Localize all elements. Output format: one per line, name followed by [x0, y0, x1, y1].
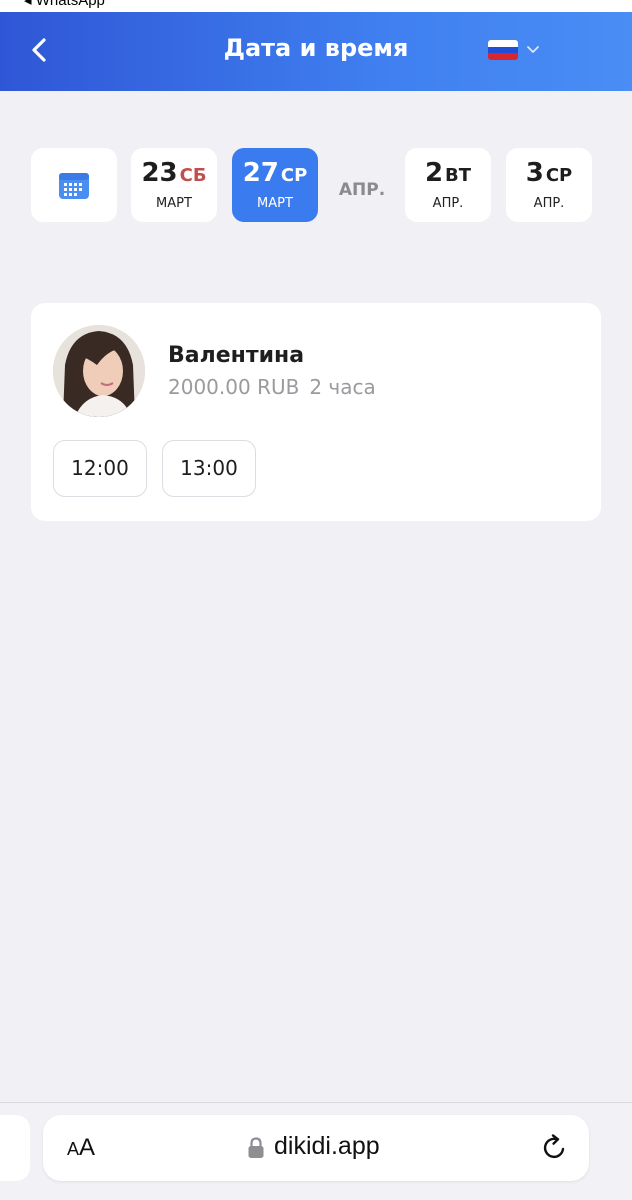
date-day-number: 23 — [141, 158, 178, 188]
date-card[interactable]: 23 СБ МАРТ — [131, 148, 217, 222]
date-day-number: 2 — [424, 158, 444, 188]
back-to-app-label[interactable]: ◂ WhatsApp — [24, 0, 105, 9]
date-picker: 23 СБ МАРТ 27 СР МАРТ АПР. 2 ВТ АПР. 3 СР АП… — [0, 148, 632, 222]
month-separator: АПР. — [338, 180, 386, 200]
date-day-number: 27 — [242, 158, 279, 188]
previous-tab-preview[interactable] — [0, 1115, 30, 1181]
date-card-selected[interactable]: 27 СР МАРТ — [232, 148, 318, 222]
date-month: АПР. — [533, 196, 565, 211]
service-duration: 2 часа — [309, 375, 376, 399]
master-card: Валентина 2000.00 RUB 2 часа 12:00 13:00 — [31, 303, 601, 521]
text-size-button[interactable]: AA — [67, 1134, 95, 1162]
master-meta: 2000.00 RUB 2 часа — [168, 375, 376, 399]
russia-flag-icon — [488, 40, 518, 60]
chevron-down-icon — [527, 46, 539, 53]
reload-icon[interactable] — [541, 1134, 569, 1162]
master-name: Валентина — [168, 343, 305, 368]
date-weekday: СР — [280, 165, 308, 186]
service-price: 2000.00 RUB — [168, 375, 300, 399]
date-month: МАРТ — [156, 196, 192, 211]
date-weekday: СБ — [179, 165, 207, 186]
date-weekday: ВТ — [445, 165, 472, 186]
avatar-photo — [53, 325, 145, 417]
date-month: АПР. — [432, 196, 464, 211]
lock-icon — [248, 1137, 264, 1158]
address-bar[interactable]: AA dikidi.app — [43, 1115, 589, 1181]
date-weekday: СР — [545, 165, 573, 186]
date-card[interactable]: 2 ВТ АПР. — [405, 148, 491, 222]
time-slot-button[interactable]: 13:00 — [162, 440, 256, 497]
url-text: dikidi.app — [274, 1132, 380, 1160]
time-slot-button[interactable]: 12:00 — [53, 440, 147, 497]
date-card[interactable]: 3 СР АПР. — [506, 148, 592, 222]
calendar-icon — [59, 173, 89, 199]
avatar[interactable] — [53, 325, 145, 417]
browser-toolbar: AA dikidi.app — [0, 1102, 632, 1200]
status-bar: ◂ WhatsApp — [0, 0, 632, 12]
header: Дата и время — [0, 12, 632, 91]
language-selector[interactable] — [486, 38, 546, 66]
date-month: МАРТ — [257, 196, 293, 211]
date-day-number: 3 — [525, 158, 544, 188]
calendar-button[interactable] — [31, 148, 117, 222]
